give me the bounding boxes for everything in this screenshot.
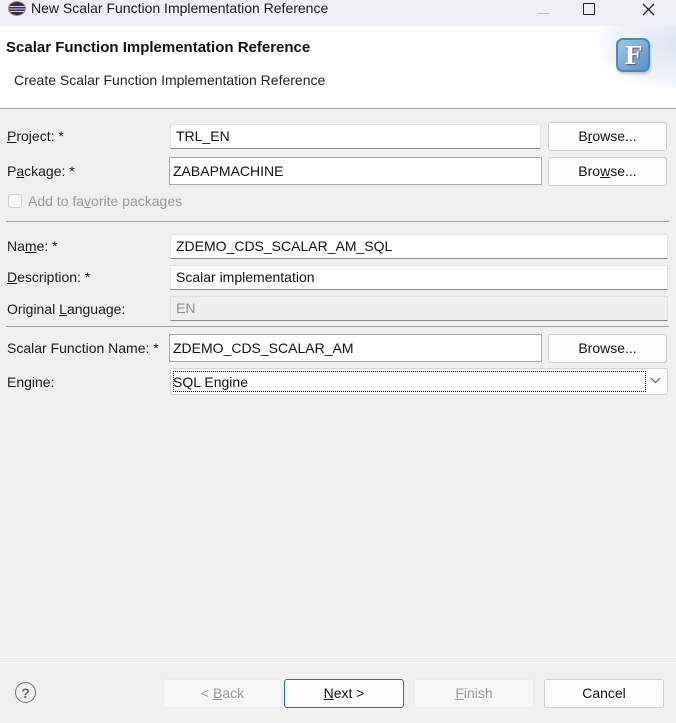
add-to-favorites-label: Add to favorite packages <box>28 193 183 209</box>
minimize-icon <box>537 12 549 14</box>
back-button[interactable]: < Back <box>163 679 282 708</box>
scalar-function-name-input[interactable]: ZDEMO_CDS_SCALAR_AM <box>169 334 542 362</box>
engine-select-value: SQL Engine <box>173 374 248 390</box>
chevron-down-icon <box>650 377 661 384</box>
description-label: Description: * <box>7 269 91 285</box>
package-input[interactable]: ZABAPMACHINE <box>169 157 542 185</box>
next-button[interactable]: Next > <box>284 679 404 708</box>
separator <box>6 326 669 327</box>
description-input[interactable]: Scalar implementation <box>170 265 668 290</box>
footer-separator <box>0 657 676 658</box>
project-label: Project: * <box>7 128 64 144</box>
wizard-banner: Scalar Function Implementation Reference… <box>0 26 676 109</box>
eclipse-app-icon <box>8 1 26 16</box>
package-browse-button[interactable]: Browse... <box>548 157 667 186</box>
engine-select[interactable]: SQL Engine <box>170 368 668 395</box>
close-icon <box>642 3 654 15</box>
separator <box>6 221 669 222</box>
close-button[interactable] <box>625 0 671 26</box>
project-input[interactable]: TRL_EN <box>170 124 541 149</box>
maximize-icon <box>583 3 595 15</box>
name-label: Name: * <box>7 238 58 254</box>
name-input[interactable]: ZDEMO_CDS_SCALAR_AM_SQL <box>170 234 668 259</box>
original-language-input: EN <box>170 296 668 321</box>
minimize-button[interactable] <box>520 0 566 26</box>
add-to-favorites-row: Add to favorite packages <box>8 193 182 209</box>
window-title: New Scalar Function Implementation Refer… <box>31 0 329 16</box>
function-wizard-icon: F <box>616 38 650 72</box>
title-bar: New Scalar Function Implementation Refer… <box>0 0 676 26</box>
help-icon[interactable]: ? <box>15 682 36 703</box>
engine-label: Engine: <box>7 374 55 390</box>
cancel-button[interactable]: Cancel <box>544 679 664 708</box>
maximize-button[interactable] <box>566 0 612 26</box>
project-browse-button[interactable]: Browse... <box>548 122 667 151</box>
original-language-label: Original Language: <box>7 301 126 317</box>
package-label: Package: * <box>7 163 75 179</box>
wizard-subheading: Create Scalar Function Implementation Re… <box>14 72 326 88</box>
scalar-function-browse-button[interactable]: Browse... <box>548 334 667 363</box>
wizard-heading: Scalar Function Implementation Reference <box>6 39 311 56</box>
scalar-function-name-label: Scalar Function Name: * <box>7 340 159 356</box>
finish-button[interactable]: Finish <box>414 679 534 708</box>
add-to-favorites-checkbox[interactable] <box>8 194 22 208</box>
